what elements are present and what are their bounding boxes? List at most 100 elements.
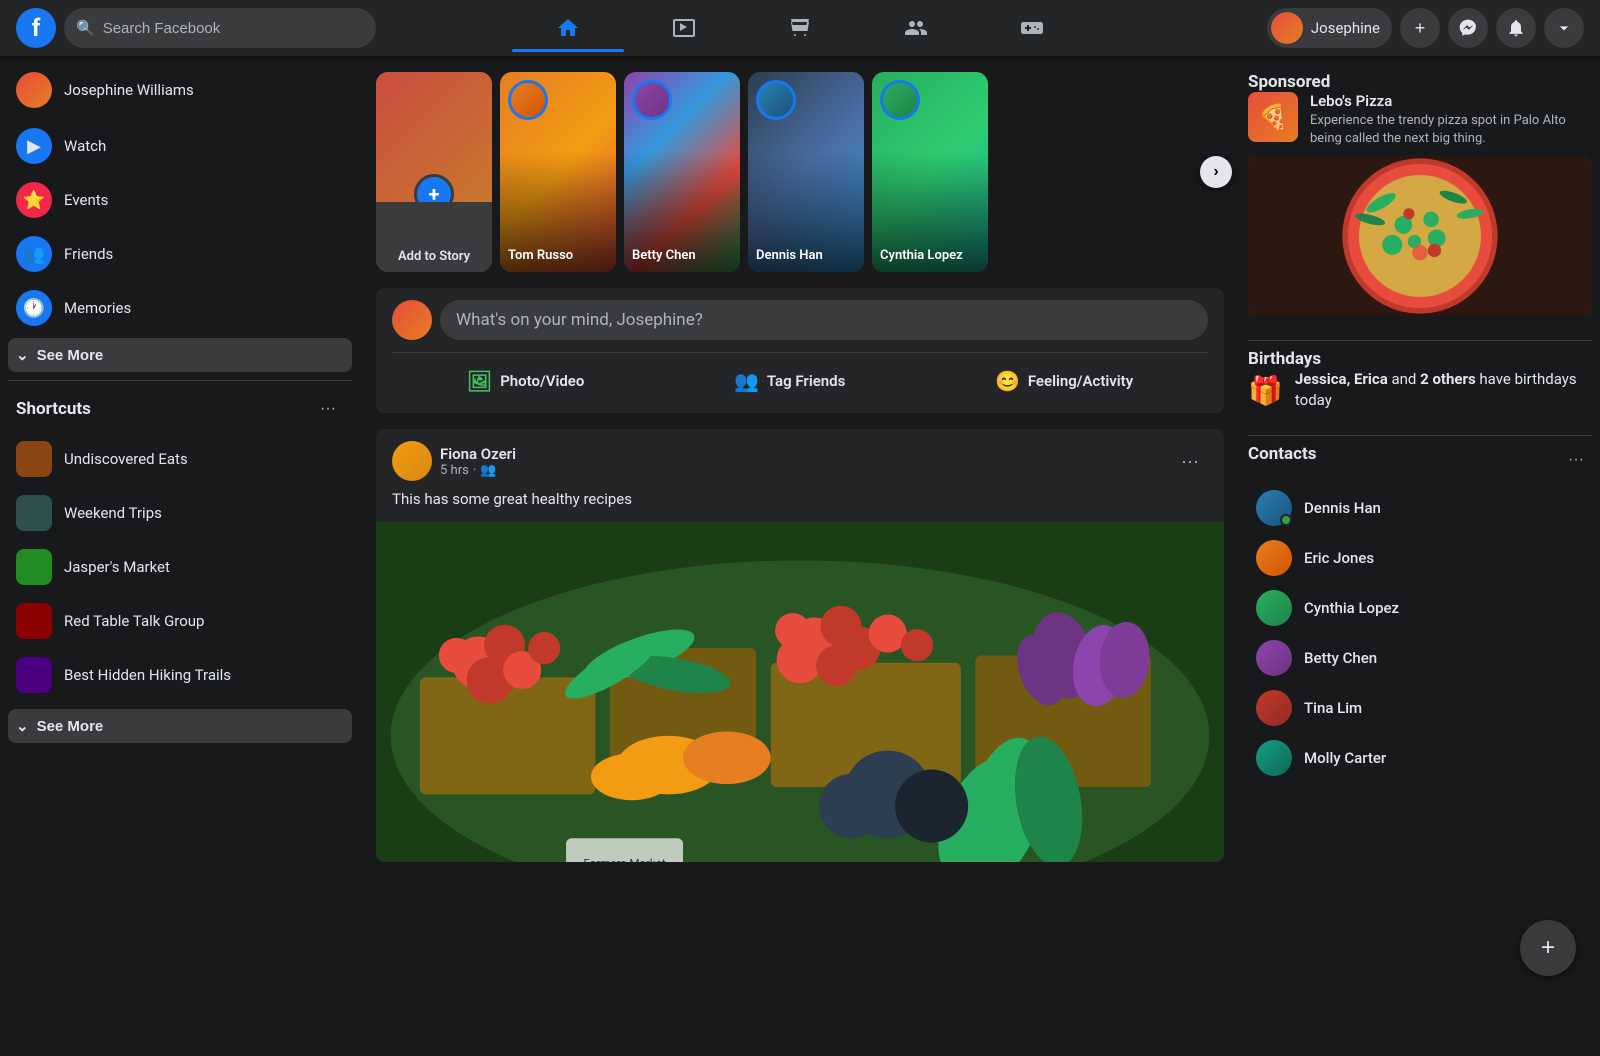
story-name: Tom Russo [508,248,608,264]
composer-action-label: Tag Friends [767,372,845,390]
photo-video-icon: 🖼 [467,369,492,393]
facebook-logo[interactable]: f [16,8,56,48]
messenger-button[interactable] [1448,8,1488,48]
composer-feeling[interactable]: 😊 Feeling/Activity [979,361,1149,401]
contact-avatar [1256,640,1292,676]
floating-action-button[interactable]: + [1520,920,1576,976]
shortcut-hidden-hiking[interactable]: Best Hidden Hiking Trails [8,649,352,701]
shortcut-icon [16,549,52,585]
contact-name: Molly Carter [1304,749,1386,767]
post-visibility-icon: 👥 [480,463,496,478]
birthday-others-count: 2 others [1420,370,1476,388]
sponsored-info: Lebo's Pizza Experience the trendy pizza… [1310,92,1592,148]
sidebar-item-events[interactable]: ⭐ Events [8,174,352,226]
add-story-card[interactable]: + Add to Story [376,72,492,272]
birthday-item: 🎁 Jessica, Erica and 2 others have birth… [1248,369,1592,411]
see-more-button[interactable]: ⌄ See More [8,338,352,372]
see-more-label: See More [37,347,104,364]
menu-button[interactable] [1544,8,1584,48]
birthday-others-text: and [1391,370,1420,388]
nav-marketplace-button[interactable] [744,4,856,52]
story-tom-russo[interactable]: Tom Russo [500,72,616,272]
shortcut-weekend-trips[interactable]: Weekend Trips [8,487,352,539]
tag-friends-icon: 👥 [734,369,759,393]
post-options-button[interactable]: ··· [1172,443,1208,479]
sponsored-name: Lebo's Pizza [1310,92,1592,110]
post-author-name[interactable]: Fiona Ozeri [440,445,516,463]
contacts-search-button[interactable]: ··· [1560,444,1592,476]
composer-photo-video[interactable]: 🖼 Photo/Video [451,361,601,401]
contact-betty-chen[interactable]: Betty Chen [1248,634,1592,682]
shortcut-label: Red Table Talk Group [64,612,204,630]
topnav-left: f 🔍 [16,8,376,48]
contact-cynthia-lopez[interactable]: Cynthia Lopez [1248,584,1592,632]
memories-icon: 🕐 [16,290,52,326]
sidebar-left: Josephine Williams ▶ Watch ⭐ Events 👥 Fr… [0,56,360,1000]
composer-placeholder: What's on your mind, Josephine? [456,310,703,330]
story-avatar [508,80,548,120]
nav-gaming-button[interactable] [976,4,1088,52]
search-input[interactable] [103,20,364,37]
story-cynthia-lopez[interactable]: Cynthia Lopez [872,72,988,272]
create-button[interactable]: + [1400,8,1440,48]
composer-tag-friends[interactable]: 👥 Tag Friends [718,361,861,401]
story-name: Cynthia Lopez [880,248,980,264]
story-avatar [632,80,672,120]
nav-watch-button[interactable] [628,4,740,52]
contact-avatar-img [1256,640,1292,676]
post-header: Fiona Ozeri 5 hrs · 👥 ··· [376,429,1224,481]
add-story-top: + [376,72,492,202]
sidebar-item-friends[interactable]: 👥 Friends [8,228,352,280]
post-text: This has some great healthy recipes [376,489,1224,522]
contact-avatar-img [1256,590,1292,626]
birthday-names: Jessica, Erica [1295,370,1388,388]
contact-eric-jones[interactable]: Eric Jones [1248,534,1592,582]
notifications-button[interactable] [1496,8,1536,48]
shortcuts-see-more-button[interactable]: ⌄ See More [8,709,352,743]
contacts-header: Contacts ··· [1248,444,1592,476]
add-story-bottom: Add to Story [376,202,492,272]
contact-name: Betty Chen [1304,649,1377,667]
sidebar-item-label: Memories [64,299,131,317]
stories-next-button[interactable]: › [1200,156,1232,188]
story-dennis-han[interactable]: Dennis Han [748,72,864,272]
nav-groups-button[interactable] [860,4,972,52]
story-avatar [756,80,796,120]
shortcuts-more-button[interactable]: ··· [312,393,344,425]
contacts-section: Contacts ··· Dennis Han Eric Jones [1248,444,1592,782]
search-bar[interactable]: 🔍 [64,8,376,48]
shortcut-red-table-talk[interactable]: Red Table Talk Group [8,595,352,647]
chevron-down-icon: ⌄ [16,346,29,364]
sidebar-user-item[interactable]: Josephine Williams [8,64,352,116]
post-author-info: Fiona Ozeri 5 hrs · 👥 [392,441,516,481]
story-name: Dennis Han [756,248,856,264]
contact-molly-carter[interactable]: Molly Carter [1248,734,1592,782]
shortcut-undiscovered-eats[interactable]: Undiscovered Eats [8,433,352,485]
watch-icon: ▶ [16,128,52,164]
shortcut-jaspers-market[interactable]: Jasper's Market [8,541,352,593]
sidebar-item-watch[interactable]: ▶ Watch [8,120,352,172]
composer-action-label: Feeling/Activity [1028,372,1133,390]
chevron-down-icon: ⌄ [16,717,29,735]
composer-input[interactable]: What's on your mind, Josephine? [440,300,1208,340]
user-chip[interactable]: Josephine [1267,8,1392,48]
birthday-text: Jessica, Erica and 2 others have birthda… [1295,369,1592,411]
shortcut-icon [16,657,52,693]
contact-tina-lim[interactable]: Tina Lim [1248,684,1592,732]
shortcut-icon [16,441,52,477]
contact-avatar-img [1256,740,1292,776]
story-betty-chen[interactable]: Betty Chen [624,72,740,272]
contact-name: Tina Lim [1304,699,1362,717]
composer-top: What's on your mind, Josephine? [392,300,1208,340]
sponsored-item[interactable]: 🍕 Lebo's Pizza Experience the trendy piz… [1248,92,1592,148]
stories-row: + Add to Story Tom Russo Betty Chen [376,72,1224,272]
sidebar-item-label: Events [64,191,108,209]
composer-actions: 🖼 Photo/Video 👥 Tag Friends 😊 Feeling/Ac… [392,361,1208,401]
contact-avatar [1256,690,1292,726]
contact-dennis-han[interactable]: Dennis Han [1248,484,1592,532]
add-story-label: Add to Story [398,249,470,264]
sidebar-item-memories[interactable]: 🕐 Memories [8,282,352,334]
nav-home-button[interactable] [512,4,624,52]
story-name: Betty Chen [632,248,732,264]
topnav-right: Josephine + [1224,8,1584,48]
